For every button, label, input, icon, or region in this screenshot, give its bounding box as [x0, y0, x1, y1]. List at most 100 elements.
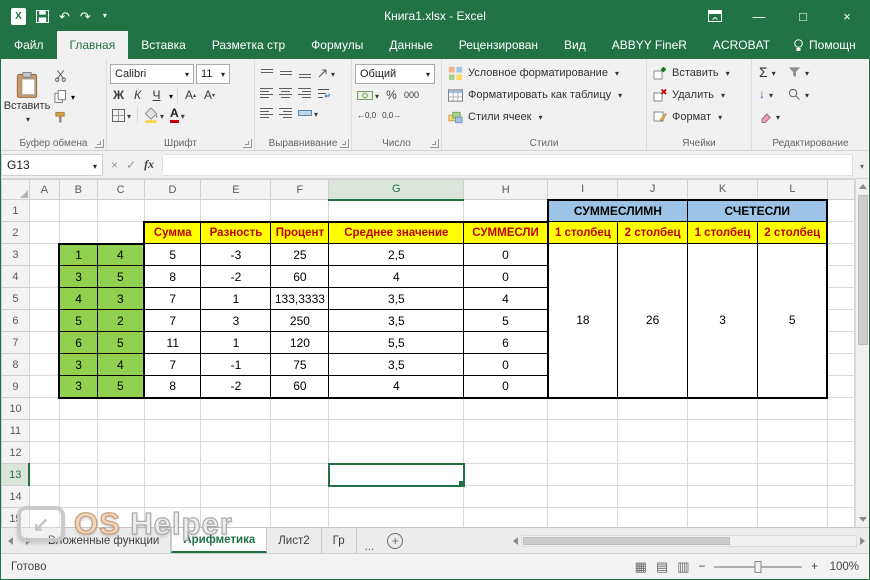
cell-E3[interactable]: -3	[200, 243, 272, 266]
cell-C2[interactable]	[96, 221, 145, 244]
cell-A5[interactable]	[28, 287, 60, 310]
cell-A4[interactable]	[28, 265, 60, 288]
underline-dropdown[interactable]	[167, 86, 173, 104]
cell-E4[interactable]: -2	[200, 265, 272, 288]
cell-C11[interactable]	[96, 419, 145, 442]
zoom-slider-thumb[interactable]	[754, 560, 762, 573]
cell-G13[interactable]	[327, 462, 465, 487]
cell-J13[interactable]	[617, 463, 689, 486]
cell-D15[interactable]	[143, 507, 202, 527]
cell-G12[interactable]	[328, 441, 465, 464]
paste-button[interactable]: Вставить	[4, 62, 50, 134]
column-header-K[interactable]: K	[687, 179, 759, 200]
cell-H13[interactable]	[463, 463, 549, 486]
cell-B6[interactable]: 5	[58, 309, 98, 332]
cell-E2[interactable]: Разность	[200, 220, 272, 244]
cell-B13[interactable]	[58, 463, 98, 486]
sign-in-button[interactable]: Вход	[866, 31, 870, 59]
cell-E5[interactable]: 1	[200, 287, 272, 310]
cell-A7[interactable]	[28, 331, 60, 354]
cell-A8[interactable]	[28, 353, 60, 376]
sheet-container[interactable]: A B C D E F G H I J K L 1 СУММЕСЛИМН СЧЕТЕСЛИ 2 Сумма Раз…	[1, 179, 855, 527]
row-header-1[interactable]: 1	[1, 199, 30, 222]
clear-button[interactable]	[759, 106, 780, 126]
tab-insert[interactable]: Вставка	[128, 31, 199, 59]
page-break-view-button[interactable]: ▥	[677, 559, 689, 575]
italic-button[interactable]: К	[129, 86, 146, 104]
row-header-4[interactable]: 4	[1, 265, 30, 288]
find-select-button[interactable]	[788, 84, 809, 104]
cell-G1[interactable]	[328, 199, 465, 222]
horizontal-scrollbar[interactable]	[509, 528, 869, 553]
cell-F10[interactable]	[270, 397, 330, 420]
row-header-3[interactable]: 3	[1, 243, 30, 266]
sheet-nav-right-button[interactable]	[19, 528, 37, 553]
sheet-tab-list2[interactable]: Лист2	[267, 528, 322, 553]
cell-H1[interactable]	[463, 199, 549, 222]
cell-F4[interactable]: 60	[270, 265, 330, 288]
cell-I10[interactable]	[547, 397, 619, 420]
fill-color-button[interactable]	[142, 106, 166, 124]
align-middle-button[interactable]	[277, 64, 294, 82]
cell-D13[interactable]	[143, 463, 202, 486]
row-header-10[interactable]: 10	[1, 397, 30, 420]
tab-acrobat[interactable]: ACROBAT	[700, 31, 783, 59]
cell-G4[interactable]: 4	[328, 265, 465, 288]
cell-D11[interactable]	[143, 419, 202, 442]
column-header-B[interactable]: B	[58, 179, 98, 200]
decrease-decimal-button[interactable]: 0,0→	[380, 106, 403, 124]
tab-data[interactable]: Данные	[376, 31, 445, 59]
cell-H15[interactable]	[463, 507, 549, 527]
delete-cells-button[interactable]: Удалить	[653, 84, 748, 106]
alignment-dialog-launcher[interactable]	[340, 139, 349, 148]
format-as-table-button[interactable]: Форматировать как таблицу	[448, 84, 643, 106]
cell-C13[interactable]	[96, 463, 145, 486]
row-header-7[interactable]: 7	[1, 331, 30, 354]
cell-F3[interactable]: 25	[270, 243, 330, 266]
cell-E9[interactable]: -2	[200, 375, 272, 399]
bold-button[interactable]: Ж	[110, 86, 127, 104]
cell-B15[interactable]	[58, 507, 98, 527]
zoom-in-button[interactable]: +	[811, 561, 818, 573]
align-left-button[interactable]	[258, 84, 275, 102]
cell-L3[interactable]: 5	[757, 243, 829, 399]
paste-dropdown[interactable]	[24, 113, 30, 125]
sheet-tab-gr[interactable]: Гр	[322, 528, 357, 553]
column-header-D[interactable]: D	[143, 179, 202, 200]
zoom-level[interactable]: 100%	[827, 561, 859, 573]
insert-cells-button[interactable]: Вставить	[653, 62, 748, 84]
number-dialog-launcher[interactable]	[430, 139, 439, 148]
column-header-A[interactable]: A	[28, 179, 60, 200]
cell-B5[interactable]: 4	[58, 287, 98, 310]
cell-A15[interactable]	[28, 507, 60, 527]
cell-B9[interactable]: 3	[58, 375, 98, 399]
tab-page-layout[interactable]: Разметка стр	[199, 31, 298, 59]
align-top-button[interactable]	[258, 64, 275, 82]
cell-styles-button[interactable]: Стили ячеек	[448, 106, 643, 128]
cell-A11[interactable]	[28, 419, 60, 442]
cut-button[interactable]	[54, 66, 75, 84]
cell-C8[interactable]: 4	[96, 353, 146, 376]
cell-B1[interactable]	[58, 199, 98, 222]
cell-J12[interactable]	[617, 441, 689, 464]
cell-K11[interactable]	[687, 419, 759, 442]
tab-review[interactable]: Рецензирован	[446, 31, 551, 59]
cell-K12[interactable]	[687, 441, 759, 464]
cell-A9[interactable]	[28, 375, 60, 398]
cell-L13[interactable]	[757, 463, 828, 486]
increase-decimal-button[interactable]: ←0,0	[355, 106, 378, 124]
cell-F12[interactable]	[270, 441, 330, 464]
tab-home[interactable]: Главная	[56, 31, 129, 59]
cell-H7[interactable]: 6	[463, 331, 549, 354]
cell-F8[interactable]: 75	[270, 353, 330, 376]
cell-E7[interactable]: 1	[200, 331, 272, 354]
cell-F2[interactable]: Процент	[270, 220, 330, 244]
cell-G14[interactable]	[328, 485, 465, 508]
tell-me-box[interactable]: Помощн	[783, 31, 866, 59]
cell-C15[interactable]	[96, 507, 145, 527]
cell-L12[interactable]	[757, 441, 828, 464]
cell-H4[interactable]: 0	[463, 265, 549, 288]
scroll-left-icon[interactable]	[513, 536, 518, 545]
cell-B11[interactable]	[58, 419, 98, 442]
align-right-button[interactable]	[296, 84, 313, 102]
